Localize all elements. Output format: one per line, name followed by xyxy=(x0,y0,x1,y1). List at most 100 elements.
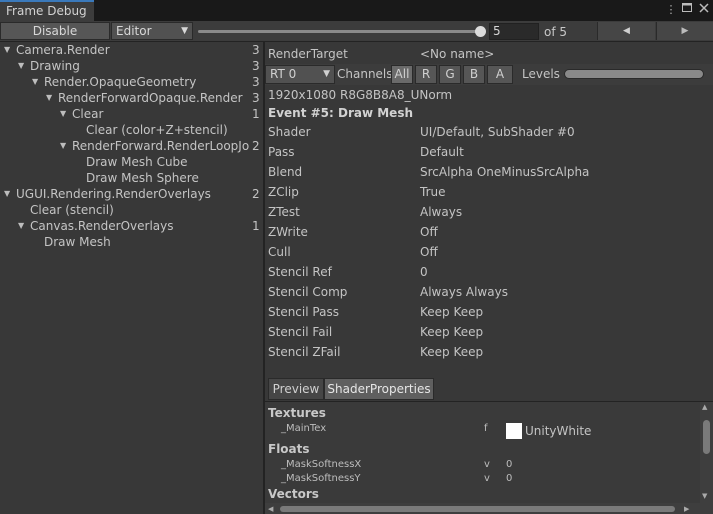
tree-item[interactable]: Draw Mesh xyxy=(0,234,263,250)
property-label: Stencil Ref xyxy=(268,265,332,279)
tree-item-count: 1 xyxy=(252,219,260,233)
horizontal-scrollbar[interactable]: ◀ ▶ xyxy=(265,503,713,514)
chevron-down-icon: ▼ xyxy=(323,69,330,79)
property-label: Shader xyxy=(268,125,311,139)
tree-item-label: Clear xyxy=(72,107,104,121)
texture-thumbnail[interactable] xyxy=(506,423,522,439)
tree-item-label: UGUI.Rendering.RenderOverlays xyxy=(16,187,211,201)
property-value: Default xyxy=(420,145,464,159)
tree-item-count: 1 xyxy=(252,107,260,121)
tree-item[interactable]: ▼ Camera.Render 3 xyxy=(0,42,263,58)
expand-triangle-icon[interactable]: ▼ xyxy=(32,74,38,90)
frame-number-input[interactable]: 5 xyxy=(489,23,539,40)
levels-label: Levels xyxy=(522,67,560,81)
float-stage: v xyxy=(484,473,490,484)
previous-frame-button[interactable]: ◀ xyxy=(597,22,655,40)
frame-slider-track[interactable] xyxy=(198,30,482,33)
close-icon[interactable] xyxy=(697,2,711,18)
property-value: SrcAlpha OneMinusSrcAlpha xyxy=(420,165,590,179)
property-value: Off xyxy=(420,245,438,259)
next-frame-button[interactable]: ▶ xyxy=(656,22,713,40)
tree-item-label: Render.OpaqueGeometry xyxy=(44,75,197,89)
property-label: ZWrite xyxy=(268,225,308,239)
scroll-up-icon[interactable]: ▲ xyxy=(702,402,707,412)
property-row: Cull Off xyxy=(268,242,708,262)
channel-a-button[interactable]: A xyxy=(487,65,513,84)
more-options-icon[interactable]: ⋮ xyxy=(665,2,677,18)
floats-header: Floats xyxy=(268,442,310,456)
property-row: Stencil ZFail Keep Keep xyxy=(268,342,708,362)
property-value: 0 xyxy=(420,265,428,279)
horizontal-scroll-thumb[interactable] xyxy=(280,506,675,512)
expand-triangle-icon[interactable]: ▼ xyxy=(18,218,24,234)
event-title: Event #5: Draw Mesh xyxy=(268,106,414,120)
property-row: ZWrite Off xyxy=(268,222,708,242)
tree-item[interactable]: Clear (stencil) xyxy=(0,202,263,218)
levels-slider[interactable] xyxy=(564,69,704,79)
tree-item-label: Canvas.RenderOverlays xyxy=(30,219,174,233)
property-row: ZClip True xyxy=(268,182,708,202)
frame-debug-tab[interactable]: Frame Debug xyxy=(0,0,94,21)
channels-label: Channels xyxy=(337,67,393,81)
tree-item-label: RenderForward.RenderLoopJob xyxy=(72,139,250,153)
expand-triangle-icon[interactable]: ▼ xyxy=(18,58,24,74)
vertical-scroll-thumb[interactable] xyxy=(703,420,710,454)
disable-button[interactable]: Disable xyxy=(0,22,110,40)
tree-item[interactable]: Draw Mesh Sphere xyxy=(0,170,263,186)
event-tree: ▼ Camera.Render 3 ▼ Drawing 3 ▼ Render.O… xyxy=(0,42,263,514)
expand-triangle-icon[interactable]: ▼ xyxy=(60,138,66,154)
tree-item[interactable]: ▼ Drawing 3 xyxy=(0,58,263,74)
property-label: Pass xyxy=(268,145,295,159)
channel-all-button[interactable]: All xyxy=(391,65,413,84)
property-row: ZTest Always xyxy=(268,202,708,222)
channel-r-button[interactable]: R xyxy=(415,65,437,84)
expand-triangle-icon[interactable]: ▼ xyxy=(60,106,66,122)
tree-item[interactable]: ▼ Canvas.RenderOverlays 1 xyxy=(0,218,263,234)
property-value: Always xyxy=(420,205,463,219)
vectors-header: Vectors xyxy=(268,487,319,501)
expand-triangle-icon[interactable]: ▼ xyxy=(4,186,10,202)
vertical-scrollbar[interactable]: ▲ ▼ xyxy=(700,402,713,503)
rt-dropdown-label: RT 0 xyxy=(270,67,297,81)
expand-triangle-icon[interactable]: ▼ xyxy=(4,42,10,58)
tree-item-label: Clear (stencil) xyxy=(30,203,114,217)
format-text: 1920x1080 R8G8B8A8_UNorm xyxy=(268,88,453,102)
expand-triangle-icon[interactable]: ▼ xyxy=(46,90,52,106)
event-details: RenderTarget <No name> RT 0 ▼ Channels A… xyxy=(265,42,713,514)
frame-count-label: of 5 xyxy=(544,25,568,39)
property-value: Keep Keep xyxy=(420,305,484,319)
property-row: Stencil Fail Keep Keep xyxy=(268,322,708,342)
tree-item[interactable]: ▼ RenderForwardOpaque.Render 3 xyxy=(0,90,263,106)
property-label: ZClip xyxy=(268,185,299,199)
channel-g-button[interactable]: G xyxy=(439,65,461,84)
scroll-right-icon[interactable]: ▶ xyxy=(684,504,689,514)
tree-item[interactable]: Clear (color+Z+stencil) xyxy=(0,122,263,138)
property-label: Stencil Pass xyxy=(268,305,339,319)
float-stage: v xyxy=(484,459,490,470)
tree-item-label: Drawing xyxy=(30,59,80,73)
frame-slider-thumb[interactable] xyxy=(475,26,486,37)
tree-item[interactable]: ▼ RenderForward.RenderLoopJob 2 xyxy=(0,138,263,154)
textures-header: Textures xyxy=(268,406,326,420)
tab-preview[interactable]: Preview xyxy=(268,378,324,400)
channel-b-button[interactable]: B xyxy=(463,65,485,84)
maximize-icon[interactable] xyxy=(680,2,694,18)
property-row: Stencil Pass Keep Keep xyxy=(268,302,708,322)
tree-item-count: 2 xyxy=(252,187,260,201)
tree-item[interactable]: ▼ Clear 1 xyxy=(0,106,263,122)
tree-item-label: RenderForwardOpaque.Render xyxy=(58,91,243,105)
float-name: _MaskSoftnessY xyxy=(281,473,361,484)
float-value: 0 xyxy=(506,459,513,470)
scroll-down-icon[interactable]: ▼ xyxy=(702,491,707,501)
scroll-left-icon[interactable]: ◀ xyxy=(268,504,273,514)
tree-item[interactable]: Draw Mesh Cube xyxy=(0,154,263,170)
property-value: Keep Keep xyxy=(420,345,484,359)
property-label: Stencil ZFail xyxy=(268,345,341,359)
tree-item[interactable]: ▼ Render.OpaqueGeometry 3 xyxy=(0,74,263,90)
rt-dropdown[interactable]: RT 0 ▼ xyxy=(265,65,335,84)
tree-item[interactable]: ▼ UGUI.Rendering.RenderOverlays 2 xyxy=(0,186,263,202)
toolbar: Disable Editor ▼ 5 of 5 ◀ ▶ xyxy=(0,21,713,42)
property-value: Keep Keep xyxy=(420,325,484,339)
tab-shader-properties[interactable]: ShaderProperties xyxy=(324,378,434,400)
editor-dropdown[interactable]: Editor ▼ xyxy=(111,22,193,40)
